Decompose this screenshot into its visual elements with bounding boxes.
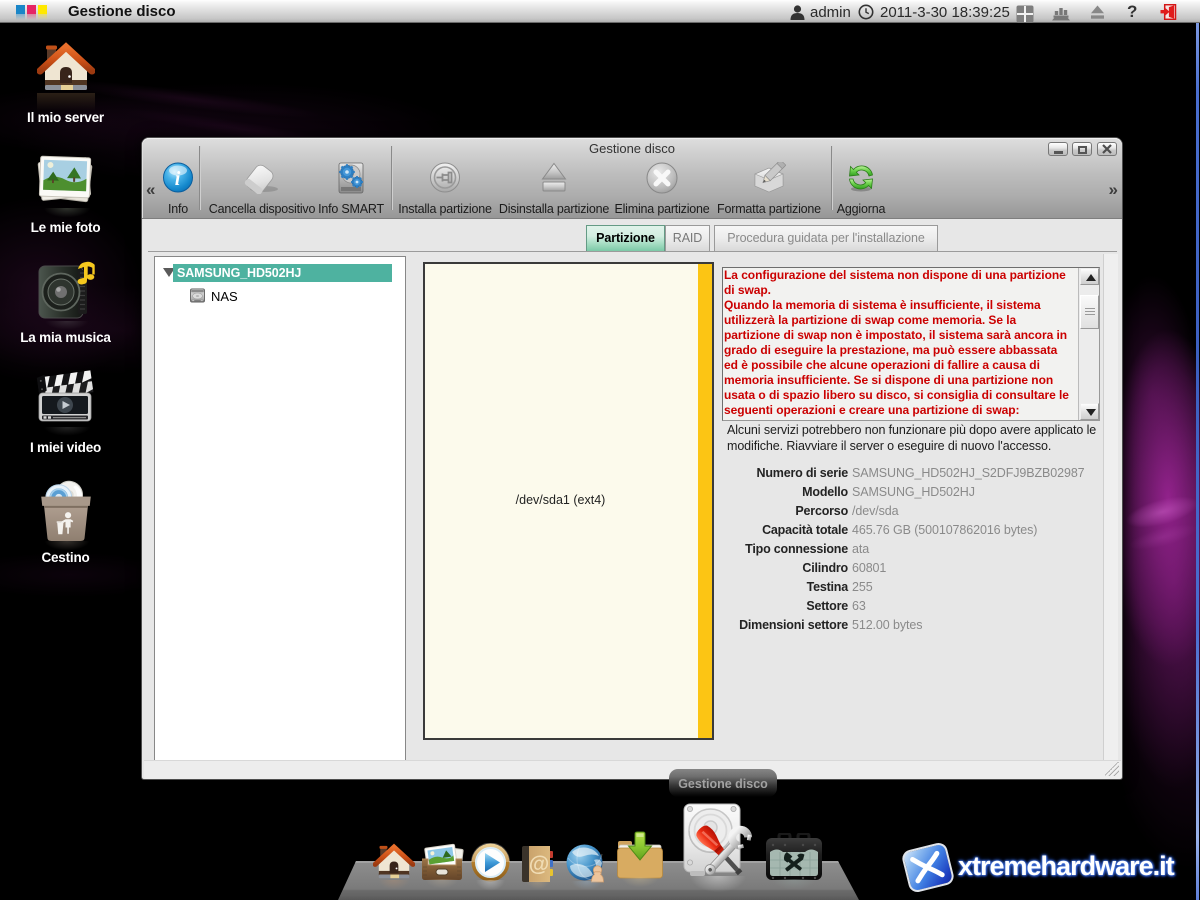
svg-text:i: i: [175, 168, 181, 190]
svg-text:@: @: [529, 853, 549, 876]
